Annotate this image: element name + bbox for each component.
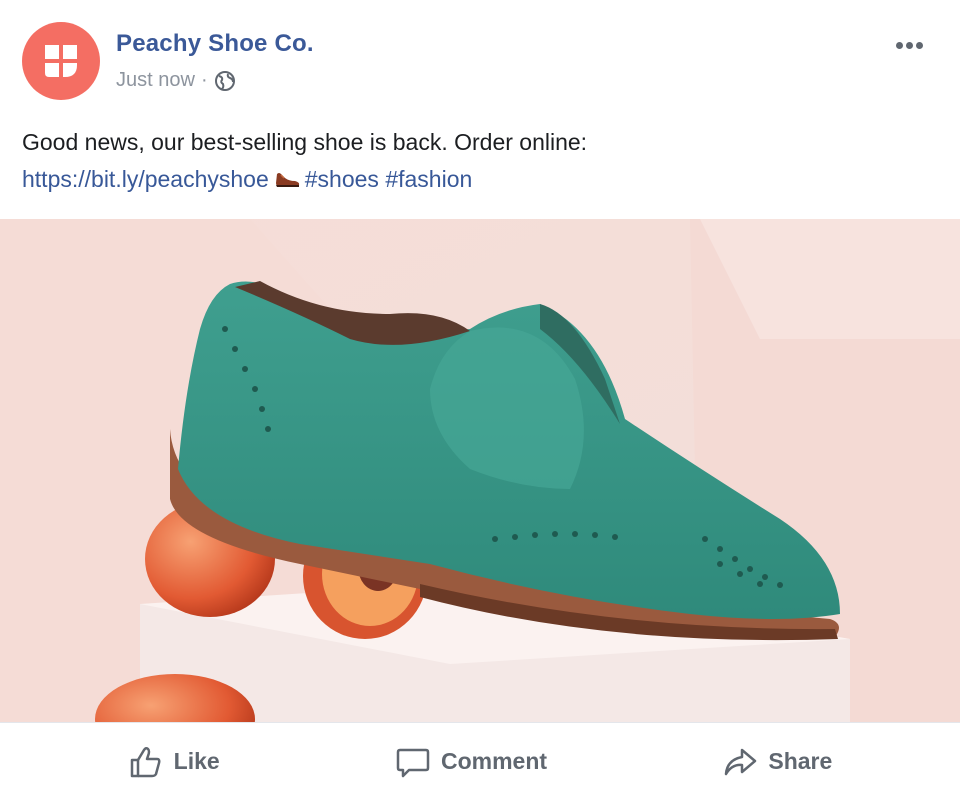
comment-label: Comment [441, 748, 548, 774]
post-card: Peachy Shoe Co. Just now · Good news, ou… [0, 0, 960, 800]
share-label: Share [768, 748, 833, 774]
globe-icon[interactable] [214, 70, 236, 92]
logo-icon [45, 45, 77, 77]
post-text-line: Good news, our best-selling shoe is back… [22, 129, 588, 155]
comment-button[interactable]: Comment [395, 744, 547, 780]
post-text-links: https://bit.ly/peachyshoe #shoes #fashion [22, 161, 938, 198]
post-meta: Just now · [116, 69, 236, 92]
like-label: Like [173, 748, 220, 774]
shoe-photo [0, 219, 960, 722]
post-actions-bar: Like Comment Share [0, 722, 960, 800]
hashtag-shoes[interactable]: #shoes [305, 166, 379, 192]
meta-separator: · [200, 69, 208, 91]
avatar[interactable] [22, 22, 100, 100]
timestamp[interactable]: Just now [116, 69, 195, 92]
post-text: Good news, our best-selling shoe is back… [22, 124, 938, 198]
share-button[interactable]: Share [722, 744, 832, 780]
page-name-link[interactable]: Peachy Shoe Co. [116, 30, 314, 58]
hashtag-fashion[interactable]: #fashion [385, 166, 472, 192]
shoe-emoji-icon [275, 173, 299, 187]
post-header: Peachy Shoe Co. Just now · [22, 22, 938, 102]
share-icon [725, 748, 757, 775]
like-button[interactable]: Like [128, 744, 220, 780]
comment-icon [396, 748, 430, 777]
post-image[interactable] [0, 219, 960, 722]
thumbs-up-icon [130, 746, 161, 777]
more-options-icon[interactable] [896, 36, 932, 49]
post-link[interactable]: https://bit.ly/peachyshoe [22, 166, 269, 192]
